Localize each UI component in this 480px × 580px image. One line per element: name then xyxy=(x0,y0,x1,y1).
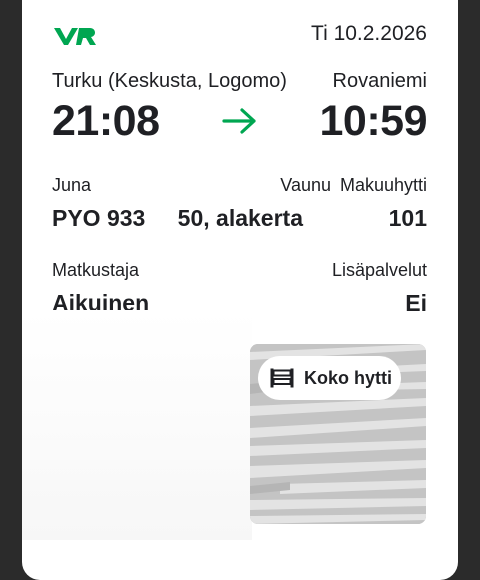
train-value: PYO 933 xyxy=(52,205,146,231)
cabin-badge: Koko hytti xyxy=(258,356,401,400)
train-label: Juna xyxy=(52,175,92,195)
extras-label: Lisäpalvelut xyxy=(331,260,427,280)
cabin-label: Makuuhytti xyxy=(339,175,427,195)
cabin-badge-label: Koko hytti xyxy=(304,367,392,388)
extras-value: Ei xyxy=(405,290,427,316)
bed-icon xyxy=(270,368,294,388)
vr-logo xyxy=(54,28,96,45)
ticket-card: Ti 10.2.2026 Turku (Keskusta, Logomo) Ro… xyxy=(22,0,458,580)
background-fade xyxy=(22,310,252,540)
arrow-right-icon xyxy=(222,108,256,134)
arrival-time: 10:59 xyxy=(319,97,428,145)
car-value: 50, alakerta xyxy=(177,205,303,231)
travel-date: Ti 10.2.2026 xyxy=(311,22,427,45)
cabin-value: 101 xyxy=(388,205,427,231)
destination-station: Rovaniemi xyxy=(332,70,427,92)
cabin-illustration: Koko hytti xyxy=(250,344,426,524)
origin-station: Turku (Keskusta, Logomo) xyxy=(52,70,287,92)
departure-time: 21:08 xyxy=(52,97,160,145)
passenger-label: Matkustaja xyxy=(52,260,140,280)
car-label: Vaunu xyxy=(280,175,331,195)
